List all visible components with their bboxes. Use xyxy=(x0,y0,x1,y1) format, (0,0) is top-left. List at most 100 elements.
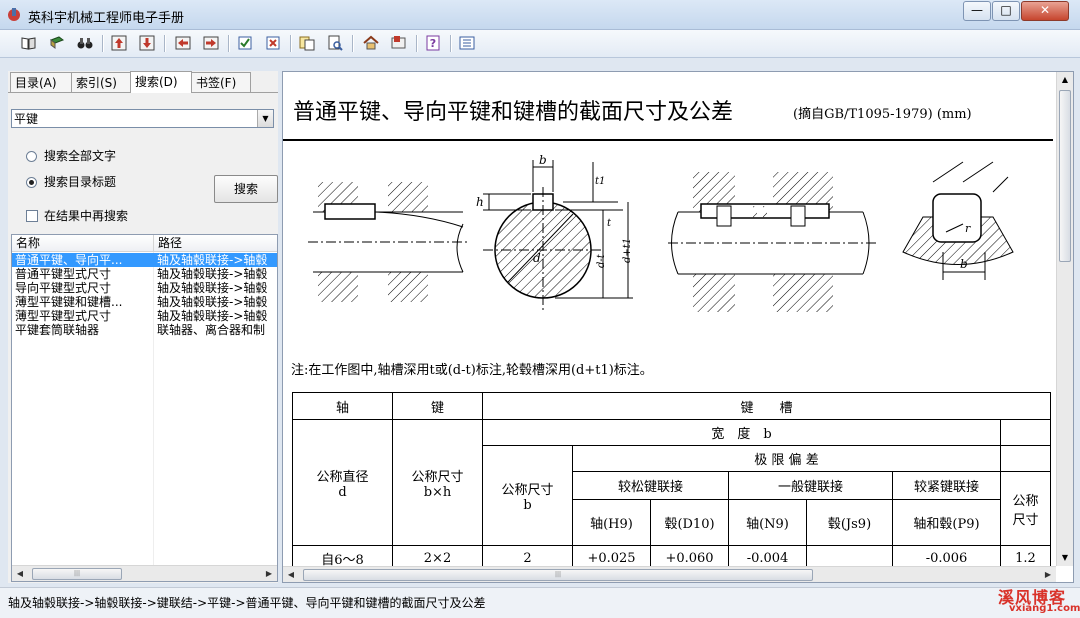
column-header-path[interactable]: 路径 xyxy=(154,235,277,252)
tab-bookmarks[interactable]: 书签(F) xyxy=(191,72,251,93)
search-results-list[interactable]: 名称 路径 普通平键、导向平... 轴及轴毂联接->轴毂 普通平键型式尺寸 轴及轴毂… xyxy=(11,234,278,582)
figure-note: 注:在工作图中,轴槽深用t或(d-t)标注,轮毂槽深用(d+t1)标注。 xyxy=(291,363,653,378)
result-name: 导向平键型式尺寸 xyxy=(15,281,112,295)
binoculars-icon[interactable] xyxy=(76,34,96,53)
svg-text:?: ? xyxy=(430,37,436,50)
tab-index[interactable]: 索引(S) xyxy=(71,72,131,93)
label-r: r xyxy=(965,222,971,235)
document-horizontal-scrollbar[interactable]: ◀ ||| ▶ xyxy=(283,566,1056,582)
tab-contents[interactable]: 目录(A) xyxy=(10,72,72,93)
list-item[interactable]: 导向平键型式尺寸 轴及轴毂联接->轴毂 xyxy=(12,281,277,295)
scroll-thumb[interactable] xyxy=(1059,90,1071,262)
header-width: 宽 度 b xyxy=(482,419,1001,446)
hub-keyway-detail: b r xyxy=(902,161,1014,280)
copy-icon[interactable] xyxy=(298,34,318,53)
header-keyway: 键 槽 xyxy=(482,392,1051,420)
checkbox-label: 在结果中再搜索 xyxy=(44,209,129,223)
home-icon[interactable] xyxy=(362,34,382,53)
header-depth-placeholder xyxy=(1000,419,1051,446)
scroll-thumb[interactable]: ||| xyxy=(32,568,122,580)
header-key: 键 xyxy=(392,392,483,420)
label-h: h xyxy=(476,195,484,209)
guide-key-view xyxy=(668,172,878,312)
print-preview-icon[interactable] xyxy=(326,34,346,53)
result-path: 联轴器、离合器和制 xyxy=(157,323,266,337)
scroll-left-icon[interactable]: ◀ xyxy=(12,566,28,581)
list-icon[interactable] xyxy=(458,34,478,53)
label-t1: t1 xyxy=(595,176,605,187)
result-name: 普通平键、导向平... xyxy=(15,253,123,267)
list-item[interactable]: 薄型平键型式尺寸 轴及轴毂联接->轴毂 xyxy=(12,309,277,323)
book-open-icon[interactable] xyxy=(20,34,40,53)
result-path: 轴及轴毂联接->轴毂 xyxy=(157,253,268,267)
title-divider xyxy=(283,139,1053,141)
bookmark-icon[interactable] xyxy=(390,34,410,53)
scroll-right-icon[interactable]: ▶ xyxy=(261,566,277,581)
radio-label: 搜索全部文字 xyxy=(44,149,117,163)
radio-search-all-text[interactable]: 搜索全部文字 xyxy=(26,148,206,164)
result-path: 轴及轴毂联接->轴毂 xyxy=(157,309,268,323)
header-key-size: 公称尺寸 b×h xyxy=(392,419,483,546)
search-input[interactable] xyxy=(12,110,252,127)
shaft-side-view xyxy=(308,182,468,302)
result-path: 轴及轴毂联接->轴毂 xyxy=(157,281,268,295)
col-hub-js9: 毂(Js9) xyxy=(806,499,893,546)
label-b2: b xyxy=(960,257,968,271)
title-bar: 英科宇机械工程师电子手册 — □ ✕ xyxy=(0,0,1080,30)
arrow-left-icon[interactable] xyxy=(174,34,194,53)
header-tight-fit: 较紧键联接 xyxy=(892,471,1001,500)
header-shaft: 轴 xyxy=(292,392,393,420)
minimize-button[interactable]: — xyxy=(963,1,991,21)
arrow-down-icon[interactable] xyxy=(138,34,158,53)
result-name: 薄型平键型式尺寸 xyxy=(15,309,112,323)
header-diameter: 公称直径 d xyxy=(292,419,393,546)
radio-label: 搜索目录标题 xyxy=(44,175,117,189)
document-vertical-scrollbar[interactable]: ▲ ▼ xyxy=(1056,72,1073,566)
scroll-down-icon[interactable]: ▼ xyxy=(1057,550,1073,566)
search-button[interactable]: 搜索 xyxy=(214,175,278,203)
scroll-left-icon[interactable]: ◀ xyxy=(283,567,299,582)
toolbar: ? xyxy=(0,30,1080,58)
column-header-name[interactable]: 名称 xyxy=(12,235,154,252)
search-in-results-checkbox[interactable]: 在结果中再搜索 xyxy=(26,208,206,224)
arrow-right-icon[interactable] xyxy=(202,34,222,53)
label-d: d xyxy=(533,251,541,265)
help-icon[interactable]: ? xyxy=(424,34,444,53)
header-loose-fit: 较松键联接 xyxy=(572,471,729,500)
result-path: 轴及轴毂联接->轴毂 xyxy=(157,267,268,281)
col-hub-d10: 毂(D10) xyxy=(650,499,729,546)
list-item[interactable]: 普通平键、导向平... 轴及轴毂联接->轴毂 xyxy=(12,253,277,267)
result-path: 轴及轴毂联接->轴毂 xyxy=(157,295,268,309)
shaft-cross-section: b t1 h t d d-t d+t1 xyxy=(476,153,633,312)
radio-selected-icon xyxy=(26,177,37,188)
search-keyword-combobox[interactable]: ▼ xyxy=(11,109,274,128)
check-icon[interactable] xyxy=(236,34,256,53)
close-button[interactable]: ✕ xyxy=(1021,1,1069,21)
header-blank xyxy=(1000,445,1051,472)
scroll-up-icon[interactable]: ▲ xyxy=(1057,72,1073,88)
navigation-pane: 目录(A) 索引(S) 搜索(D) 书签(F) ▼ 搜索全部文字 搜索目录标题 … xyxy=(8,71,278,583)
chevron-down-icon[interactable]: ▼ xyxy=(257,110,273,127)
scroll-thumb[interactable]: ||| xyxy=(303,569,813,581)
label-d-minus-t: d-t xyxy=(596,253,607,268)
list-horizontal-scrollbar[interactable]: ◀ ||| ▶ xyxy=(12,565,277,581)
list-header: 名称 路径 xyxy=(12,235,277,252)
list-item[interactable]: 普通平键型式尺寸 轴及轴毂联接->轴毂 xyxy=(12,267,277,281)
cancel-icon[interactable] xyxy=(264,34,284,53)
window-title: 英科宇机械工程师电子手册 xyxy=(28,11,185,26)
document-view[interactable]: 普通平键、导向平键和键槽的截面尺寸及公差 (摘自GB/T1095-1979) (… xyxy=(282,71,1074,583)
status-bar: 轴及轴毂联接->轴毂联接->键联结->平键->普通平键、导向平键和键槽的截面尺寸… xyxy=(0,587,1080,618)
radio-search-titles[interactable]: 搜索目录标题 xyxy=(26,174,206,190)
scroll-right-icon[interactable]: ▶ xyxy=(1040,567,1056,582)
header-nominal-b: 公称尺寸 b xyxy=(482,445,573,546)
list-item[interactable]: 平键套筒联轴器 联轴器、离合器和制 xyxy=(12,323,277,337)
maximize-button[interactable]: □ xyxy=(992,1,1020,21)
result-name: 薄型平键键和键槽... xyxy=(15,295,123,309)
tab-search[interactable]: 搜索(D) xyxy=(130,71,192,93)
list-item[interactable]: 薄型平键键和键槽... 轴及轴毂联接->轴毂 xyxy=(12,295,277,309)
book-icon[interactable] xyxy=(48,34,68,53)
page-title: 普通平键、导向平键和键槽的截面尺寸及公差 xyxy=(293,100,734,125)
arrow-up-icon[interactable] xyxy=(110,34,130,53)
header-limit-deviation: 极 限 偏 差 xyxy=(572,445,1001,472)
watermark-url: vxiang1.com xyxy=(1009,603,1080,614)
